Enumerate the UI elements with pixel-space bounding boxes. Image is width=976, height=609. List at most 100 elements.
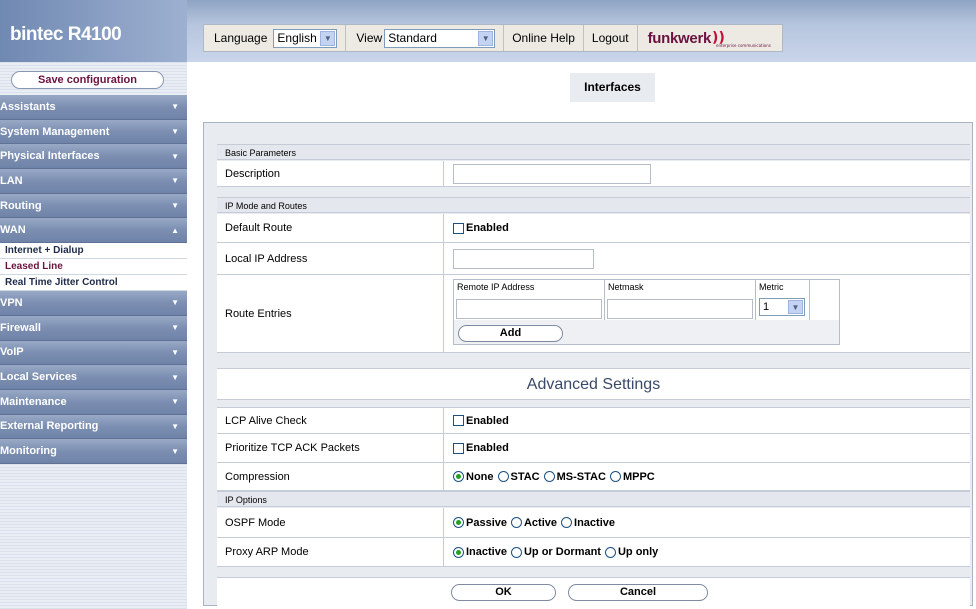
local-ip-label: Local IP Address: [217, 243, 444, 274]
sidebar-item-wan[interactable]: WAN ▲: [0, 218, 187, 244]
description-input[interactable]: [453, 163, 651, 184]
lcp-alive-checkbox[interactable]: Enabled: [453, 415, 509, 427]
checkbox-icon: [453, 415, 464, 426]
form-actions: OK Cancel: [217, 577, 970, 607]
sidebar-subitem-internet-dialup[interactable]: Internet + Dialup: [0, 243, 187, 260]
sidebar-item-routing[interactable]: Routing ▼: [0, 193, 187, 219]
sidebar-item-label: Monitoring: [0, 445, 57, 458]
add-route-button[interactable]: Add: [458, 325, 563, 342]
checkbox-icon: [453, 222, 464, 234]
remote-ip-input[interactable]: [456, 299, 602, 319]
sidebar-item-external-reporting[interactable]: External Reporting ▼: [0, 414, 187, 440]
section-basic-parameters: Basic Parameters: [217, 144, 970, 160]
chevron-down-icon: ▼: [171, 372, 179, 382]
compression-radio-none[interactable]: None: [453, 471, 494, 483]
radio-label: MS-STAC: [556, 470, 606, 483]
sidebar-item-assistants[interactable]: Assistants ▼: [0, 95, 187, 120]
route-entries-table: Remote IP Address Netmask Metric 1 ▼ Add: [453, 279, 840, 345]
sidebar-item-lan[interactable]: LAN ▼: [0, 169, 187, 194]
logo-tagline: enterprise communications: [716, 43, 771, 48]
radio-label: None: [466, 470, 494, 483]
checkbox-label: Enabled: [466, 222, 509, 234]
description-row: Description: [217, 161, 970, 187]
chevron-down-icon: ▼: [478, 30, 494, 46]
radio-label: Up only: [617, 546, 659, 558]
sidebar-item-physical-interfaces[interactable]: Physical Interfaces ▼: [0, 144, 187, 170]
default-route-row: Default Route Enabled: [217, 214, 970, 243]
metric-select[interactable]: 1 ▼: [759, 298, 805, 316]
sidebar-item-system-management[interactable]: System Management ▼: [0, 119, 187, 145]
sidebar-item-maintenance[interactable]: Maintenance ▼: [0, 389, 187, 415]
ospf-radio-passive[interactable]: Passive: [453, 517, 507, 529]
header-bar: bintec R4100 Language English ▼ View Sta…: [0, 0, 976, 62]
action-cell: [810, 294, 839, 320]
logout-link[interactable]: Logout: [584, 31, 637, 45]
metric-value: 1: [763, 301, 770, 313]
chevron-down-icon: ▼: [171, 298, 179, 308]
column-header-metric: Metric: [756, 280, 810, 294]
column-header-remote-ip: Remote IP Address: [454, 280, 605, 294]
sidebar-item-voip[interactable]: VoIP ▼: [0, 340, 187, 366]
radio-selected-icon: [453, 546, 464, 558]
view-value: Standard: [388, 31, 437, 45]
proxy-arp-label: Proxy ARP Mode: [217, 538, 444, 566]
sidebar-item-label: System Management: [0, 125, 110, 138]
online-help-link[interactable]: Online Help: [504, 31, 583, 45]
interfaces-form: Basic Parameters Description IP Mode and…: [203, 122, 973, 607]
netmask-cell: [605, 294, 756, 320]
language-select[interactable]: English ▼: [273, 28, 338, 48]
radio-icon: [604, 546, 616, 558]
radio-label: MPPC: [622, 470, 655, 483]
logo-word: funkwerk: [647, 29, 712, 47]
sidebar-item-label: Firewall: [0, 321, 41, 334]
ospf-radio-active[interactable]: Active: [510, 517, 557, 529]
view-label: View: [356, 31, 383, 45]
view-select[interactable]: Standard ▼: [384, 28, 496, 48]
sidebar-item-vpn[interactable]: VPN ▼: [0, 291, 187, 316]
radio-icon: [510, 546, 522, 558]
chevron-down-icon: ▼: [171, 323, 179, 333]
radio-icon: [497, 471, 509, 482]
radio-icon: [510, 517, 522, 528]
default-route-label: Default Route: [217, 214, 444, 242]
tcp-ack-checkbox[interactable]: Enabled: [453, 442, 509, 454]
sidebar-subitem-leased-line[interactable]: Leased Line: [0, 259, 187, 276]
save-configuration-button[interactable]: Save configuration: [11, 71, 164, 89]
local-ip-input[interactable]: [453, 248, 594, 269]
sidebar-item-label: Physical Interfaces: [0, 150, 100, 163]
proxy-arp-radio-up-only[interactable]: Up only: [604, 546, 659, 558]
sidebar-item-label: VPN: [0, 296, 23, 309]
compression-radio-mppc[interactable]: MPPC: [609, 470, 655, 483]
sidebar-subitem-real-time-jitter-control[interactable]: Real Time Jitter Control: [0, 275, 187, 292]
compression-radio-stac[interactable]: STAC: [497, 470, 540, 483]
ok-button[interactable]: OK: [451, 584, 556, 601]
radio-label: STAC: [510, 470, 540, 483]
checkbox-label: Enabled: [466, 414, 509, 427]
chevron-down-icon: ▼: [320, 30, 336, 46]
sidebar-item-monitoring[interactable]: Monitoring ▼: [0, 439, 187, 464]
netmask-input[interactable]: [607, 299, 753, 319]
brand-title: bintec R4100: [10, 24, 122, 45]
radio-label: Inactive: [466, 546, 507, 558]
compression-row: Compression None STAC MS-STAC MPPC: [217, 463, 970, 491]
compression-radio-ms-stac[interactable]: MS-STAC: [543, 470, 606, 483]
remote-ip-cell: [454, 294, 605, 320]
checkbox-label: Enabled: [466, 442, 509, 454]
cancel-button[interactable]: Cancel: [568, 584, 708, 601]
radio-icon: [609, 471, 621, 482]
language-label: Language: [214, 31, 268, 45]
metric-cell: 1 ▼: [756, 294, 810, 320]
chevron-down-icon: ▼: [171, 102, 179, 112]
sidebar-item-firewall[interactable]: Firewall ▼: [0, 315, 187, 341]
proxy-arp-radio-up-or-dormant[interactable]: Up or Dormant: [510, 546, 601, 558]
proxy-arp-radio-inactive[interactable]: Inactive: [453, 546, 507, 558]
brand-area: bintec R4100: [0, 0, 187, 62]
ospf-radio-inactive[interactable]: Inactive: [561, 517, 615, 529]
default-route-checkbox[interactable]: Enabled: [453, 222, 509, 234]
top-toolbar: Language English ▼ View Standard ▼ Onlin…: [203, 24, 783, 52]
compression-label: Compression: [217, 463, 444, 490]
radio-label: Up or Dormant: [523, 546, 601, 558]
radio-icon: [543, 471, 555, 482]
tcp-ack-row: Prioritize TCP ACK Packets Enabled: [217, 434, 970, 463]
sidebar-item-local-services[interactable]: Local Services ▼: [0, 365, 187, 390]
